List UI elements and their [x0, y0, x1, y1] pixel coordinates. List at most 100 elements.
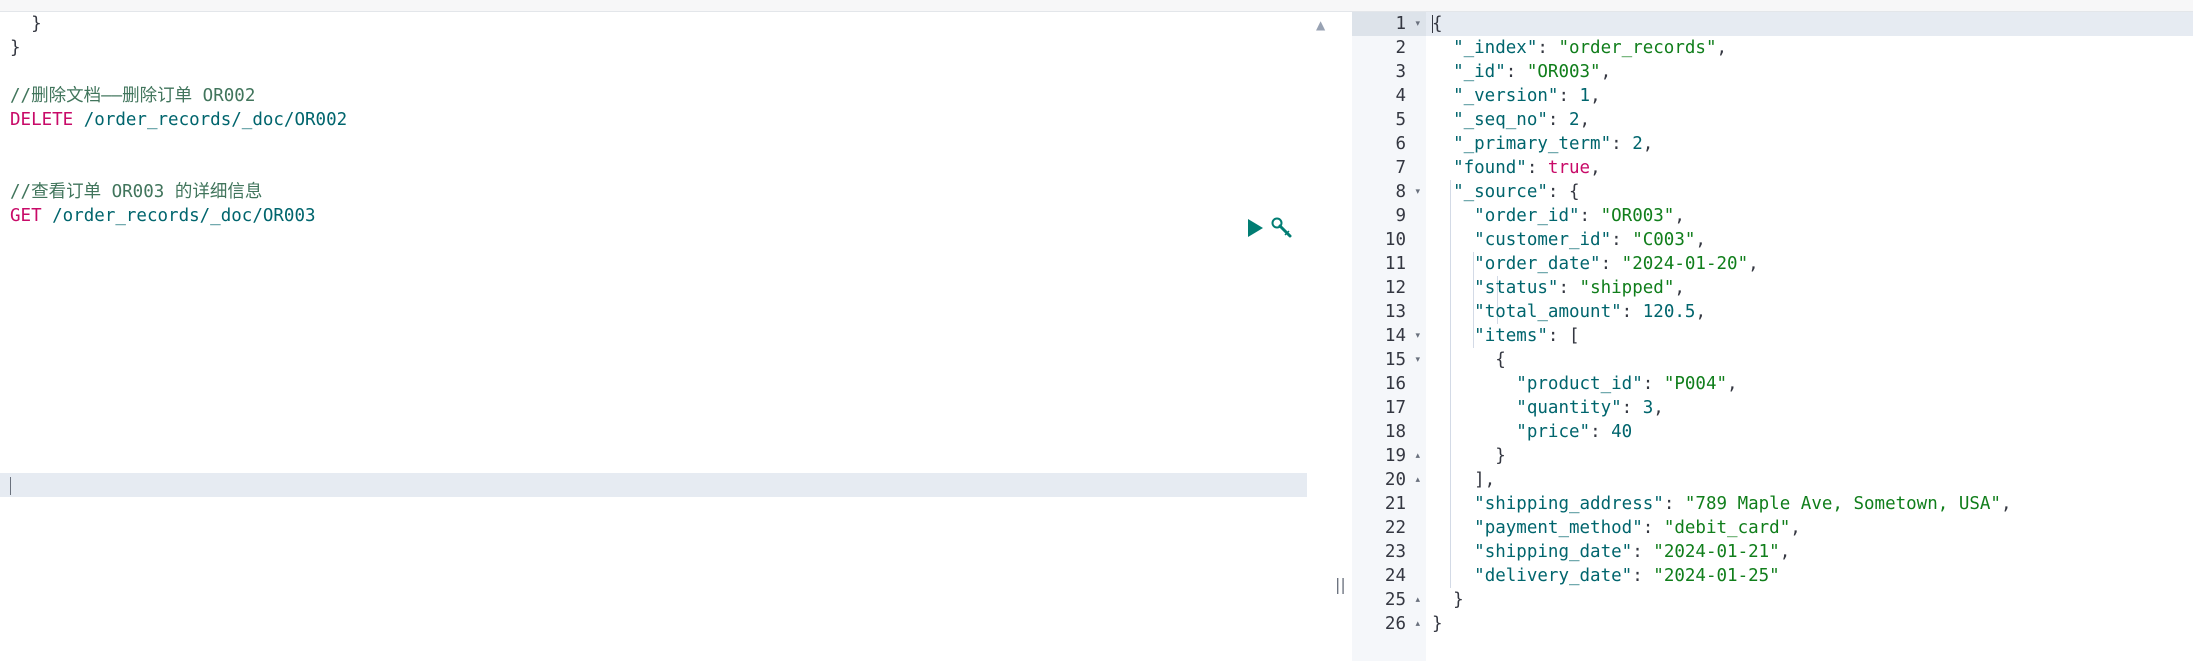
json-line: "found": true,: [1453, 158, 1601, 178]
code-line[interactable]: }: [10, 12, 347, 36]
json-line: "_version": 1,: [1453, 86, 1601, 106]
line-number-gutter: 1 ▾ 2 3 4 5 6 7 8 ▾ 9 10 11 12 13 14 ▾ 15 ▾ 16 17 18 19 ▴ 20 ▴ 21 2…: [1352, 12, 1426, 661]
fold-toggle-icon[interactable]: ▴: [1415, 444, 1420, 468]
line-number: 26 ▴: [1352, 612, 1426, 636]
request-path: /order_records/_doc/OR003: [41, 206, 316, 226]
json-line: "order_date": "2024-01-20",: [1474, 254, 1759, 274]
line-number-text: 11: [1384, 254, 1406, 274]
line-number: 22: [1352, 516, 1426, 540]
code-line[interactable]: [10, 132, 347, 156]
request-path: /order_records/_doc/OR002: [73, 110, 348, 130]
line-number: 2: [1352, 36, 1426, 60]
line-number: 15 ▾: [1352, 348, 1426, 372]
line-number-text: 3: [1395, 62, 1406, 82]
line-number: 11: [1352, 252, 1426, 276]
json-line: "shipping_date": "2024-01-21",: [1474, 542, 1791, 562]
line-number-text: 5: [1395, 110, 1406, 130]
request-line[interactable]: GET /order_records/_doc/OR003: [10, 204, 347, 228]
json-line: "_id": "OR003",: [1453, 62, 1612, 82]
line-number-text: 13: [1384, 302, 1406, 322]
fold-toggle-icon[interactable]: ▾: [1415, 180, 1420, 204]
fold-toggle-icon[interactable]: ▾: [1415, 348, 1420, 372]
line-number: 12: [1352, 276, 1426, 300]
http-method: DELETE: [10, 110, 74, 130]
wrench-icon[interactable]: [1271, 217, 1293, 239]
json-line: "price": 40: [1516, 422, 1633, 442]
pane-resize-handle[interactable]: ||: [1335, 575, 1346, 594]
scroll-up-icon[interactable]: ▲: [1316, 18, 1325, 32]
fold-toggle-icon[interactable]: ▴: [1415, 468, 1420, 492]
line-number-text: 15: [1384, 350, 1406, 370]
json-line: {: [1432, 350, 1506, 370]
line-number-text: 26: [1384, 614, 1406, 634]
json-line: "order_id": "OR003",: [1474, 206, 1685, 226]
line-number-text: 18: [1384, 422, 1406, 442]
json-line: "items": [: [1474, 326, 1580, 346]
fold-toggle-icon[interactable]: ▴: [1415, 612, 1420, 636]
line-number-text: 23: [1384, 542, 1406, 562]
line-number-text: 22: [1384, 518, 1406, 538]
line-number: 23: [1352, 540, 1426, 564]
fold-toggle-icon[interactable]: ▾: [1415, 12, 1420, 36]
json-line: "total_amount": 120.5,: [1474, 302, 1706, 322]
json-line: }: [1432, 446, 1506, 466]
code-line[interactable]: }: [10, 36, 347, 60]
line-number: 16: [1352, 372, 1426, 396]
line-number-text: 10: [1384, 230, 1406, 250]
json-line: "payment_method": "debit_card",: [1474, 518, 1801, 538]
json-line: {: [1432, 14, 1443, 34]
line-number-text: 25: [1384, 590, 1406, 610]
line-number-text: 20: [1384, 470, 1406, 490]
json-line: "_primary_term": 2,: [1453, 134, 1654, 154]
json-line: }: [1432, 614, 1443, 634]
response-viewer: 1 ▾ 2 3 4 5 6 7 8 ▾ 9 10 11 12 13 14 ▾ 15 ▾ 16 17 18 19 ▴ 20 ▴ 21 2…: [1352, 12, 2193, 661]
request-code[interactable]: }} //删除文档——删除订单 OR002 DELETE /order_recor…: [10, 12, 347, 228]
comment-line[interactable]: //删除文档——删除订单 OR002: [10, 84, 347, 108]
fold-toggle-icon[interactable]: ▴: [1415, 588, 1420, 612]
line-number: 19 ▴: [1352, 444, 1426, 468]
json-line: "_source": {: [1453, 182, 1580, 202]
line-number: 24: [1352, 564, 1426, 588]
line-number: 6: [1352, 132, 1426, 156]
json-line: "_index": "order_records",: [1453, 38, 1728, 58]
line-number-text: 9: [1395, 206, 1406, 226]
comment-line[interactable]: //查看订单 OR003 的详细信息: [10, 180, 347, 204]
line-number-text: 19: [1384, 446, 1406, 466]
json-line: "quantity": 3,: [1516, 398, 1664, 418]
json-line: }: [1432, 590, 1464, 610]
json-line: "shipping_address": "789 Maple Ave, Some…: [1474, 494, 2012, 514]
json-line: "customer_id": "C003",: [1474, 230, 1706, 250]
line-number-text: 6: [1395, 134, 1406, 154]
request-line[interactable]: DELETE /order_records/_doc/OR002: [10, 108, 347, 132]
line-number: 25 ▴: [1352, 588, 1426, 612]
line-number-text: 2: [1395, 38, 1406, 58]
line-number: 4: [1352, 84, 1426, 108]
json-line: "product_id": "P004",: [1516, 374, 1738, 394]
json-line: "status": "shipped",: [1474, 278, 1685, 298]
line-number-text: 1: [1395, 14, 1406, 34]
line-number: 14 ▾: [1352, 324, 1426, 348]
text-cursor: [10, 477, 11, 495]
line-number-text: 16: [1384, 374, 1406, 394]
json-line: "_seq_no": 2,: [1453, 110, 1591, 130]
line-number: 20 ▴: [1352, 468, 1426, 492]
line-number-text: 8: [1395, 182, 1406, 202]
line-number: 10: [1352, 228, 1426, 252]
code-line[interactable]: [10, 156, 347, 180]
line-number-text: 14: [1384, 326, 1406, 346]
code-line[interactable]: [10, 60, 347, 84]
line-number: 5: [1352, 108, 1426, 132]
request-editor[interactable]: ▲ }} //删除文档——删除订单 OR002 DELETE /order_rec…: [0, 12, 1330, 661]
line-number-text: 12: [1384, 278, 1406, 298]
line-number: 13: [1352, 300, 1426, 324]
send-request-play-icon[interactable]: [1248, 219, 1263, 237]
line-number-text: 7: [1395, 158, 1406, 178]
fold-toggle-icon[interactable]: ▾: [1415, 324, 1420, 348]
response-active-line: [1426, 12, 2193, 36]
line-number-text: 24: [1384, 566, 1406, 586]
response-cursor: [1432, 15, 1433, 33]
http-method: GET: [10, 206, 42, 226]
line-number: 18: [1352, 420, 1426, 444]
line-number: 3: [1352, 60, 1426, 84]
line-number: 7: [1352, 156, 1426, 180]
